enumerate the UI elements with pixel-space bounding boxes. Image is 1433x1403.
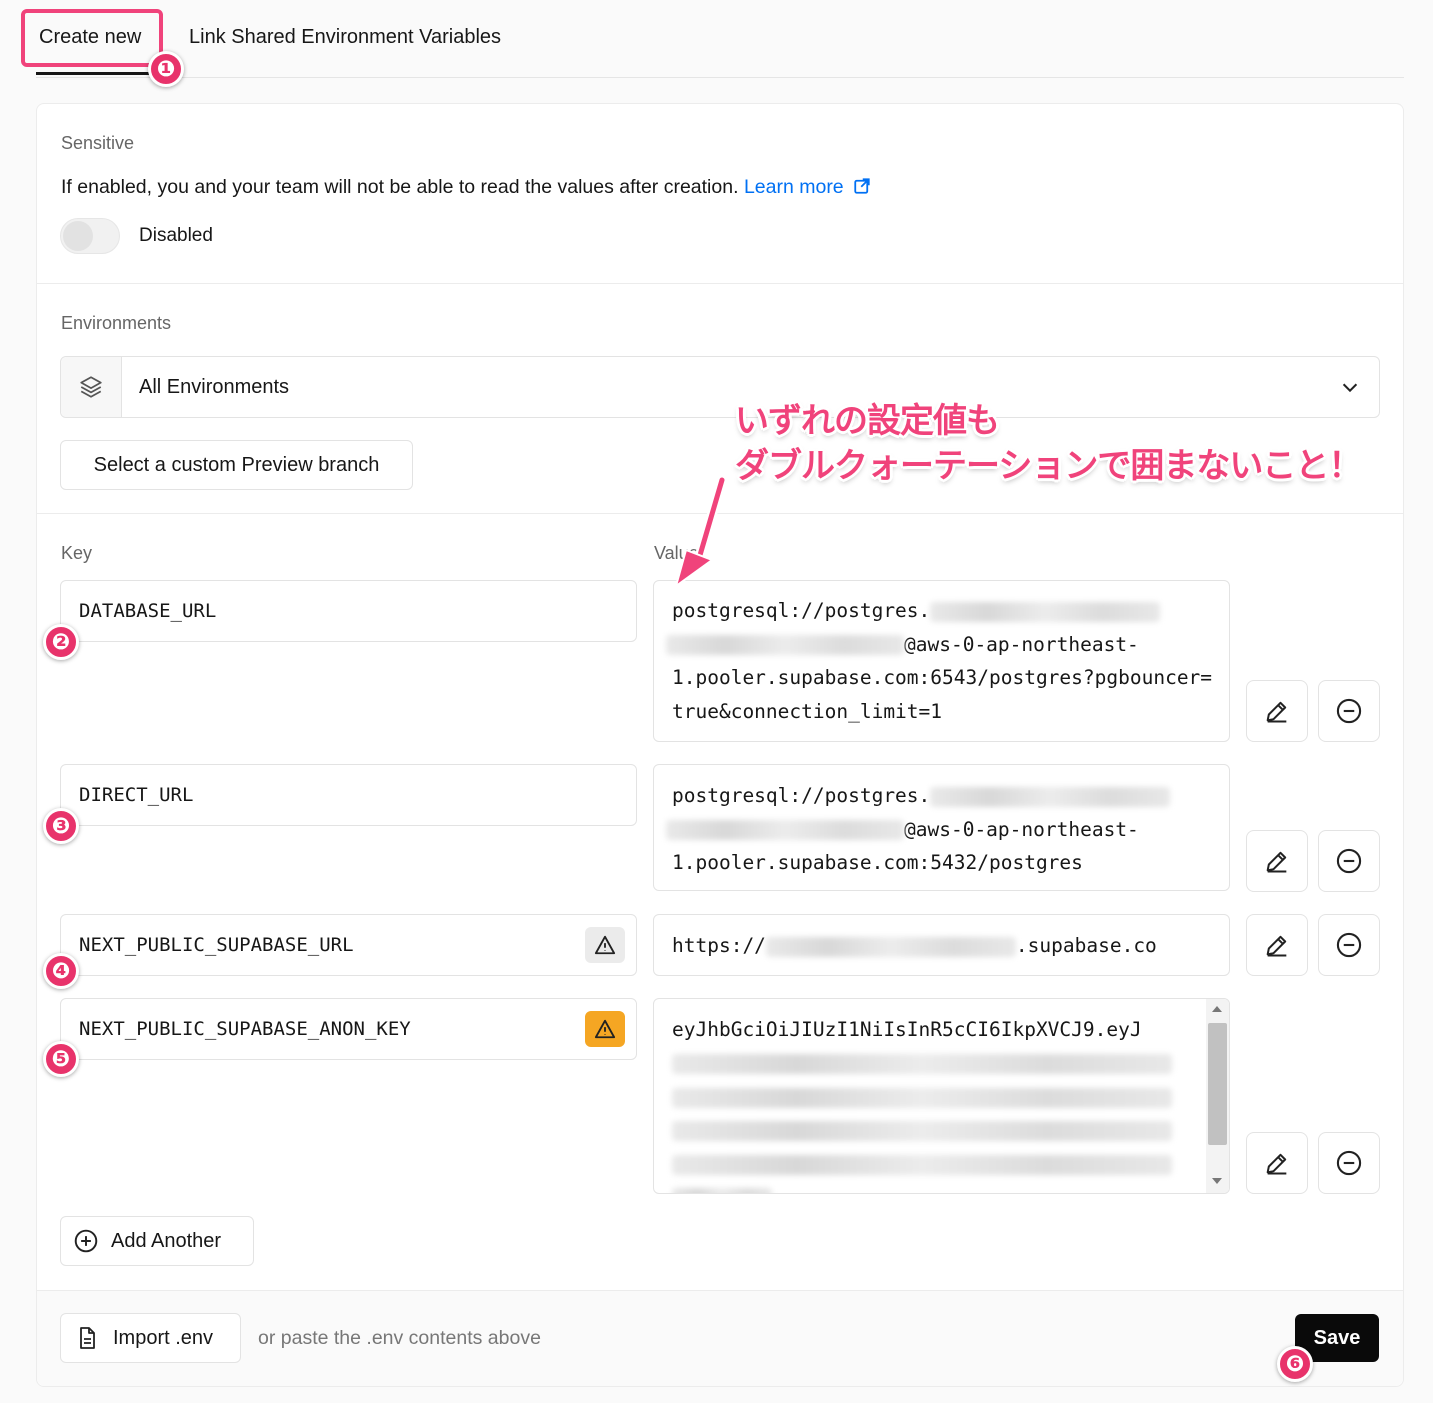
learn-more-link[interactable]: Learn more [744, 176, 871, 198]
annotation-line-2: ダブルクォーテーションで囲まないこと！ [735, 447, 1362, 485]
value-input-database-url[interactable]: postgresql://postgres. @aws-0-ap-northea… [653, 580, 1230, 742]
chevron-down-icon [1342, 383, 1358, 393]
redacted-text [765, 936, 1016, 957]
value-input-direct-url[interactable]: postgresql://postgres. @aws-0-ap-northea… [653, 764, 1230, 891]
pencil-icon [1266, 935, 1287, 957]
step-badge-4: ❹ [43, 953, 79, 989]
redacted-text [930, 601, 1161, 622]
redacted-text [930, 786, 1171, 807]
layers-icon [61, 357, 122, 417]
value-text: eyJhbGciOiJIUzI1NiIsInR5cCI6IkpXVCJ9.eyJ [672, 1013, 1192, 1193]
key-input-direct-url[interactable]: DIRECT_URL [60, 764, 637, 826]
redacted-text [666, 820, 904, 840]
value-mid: @aws-0-ap-northeast- [904, 817, 1139, 841]
sensitive-toggle[interactable] [60, 218, 120, 254]
minus-circle-icon [1336, 932, 1362, 958]
redacted-text [672, 1054, 1172, 1074]
section-divider [37, 283, 1403, 284]
key-text: DATABASE_URL [79, 600, 217, 622]
toggle-knob [63, 221, 93, 251]
redacted-text [666, 635, 904, 655]
minus-circle-icon [1336, 698, 1362, 724]
custom-preview-branch-button[interactable]: Select a custom Preview branch [60, 440, 413, 490]
key-text: NEXT_PUBLIC_SUPABASE_URL [79, 934, 354, 956]
edit-button[interactable] [1246, 1132, 1308, 1194]
remove-button[interactable] [1318, 680, 1380, 742]
step-badge-3: ❸ [43, 808, 79, 844]
sensitive-description-text: If enabled, you and your team will not b… [61, 176, 739, 198]
minus-circle-icon [1336, 848, 1362, 874]
form-footer [37, 1290, 1403, 1386]
toggle-state-label: Disabled [139, 225, 213, 246]
remove-button[interactable] [1318, 914, 1380, 976]
tab-link-shared[interactable]: Link Shared Environment Variables [189, 26, 501, 49]
value-mid: @aws-0-ap-northeast- [904, 632, 1139, 656]
import-env-button[interactable]: Import .env [60, 1313, 241, 1363]
active-tab-indicator [36, 72, 150, 75]
value-end: 1.pooler.supabase.com:6543/postgres?pgbo… [672, 666, 1213, 723]
edit-button[interactable] [1246, 914, 1308, 976]
value-start: https:// [672, 934, 766, 957]
key-input-supabase-url[interactable]: NEXT_PUBLIC_SUPABASE_URL [60, 914, 637, 976]
value-text: postgresql://postgres. @aws-0-ap-northea… [666, 594, 1217, 728]
remove-button[interactable] [1318, 830, 1380, 892]
add-another-label: Add Another [111, 1229, 222, 1252]
pencil-icon [1266, 1153, 1287, 1175]
step-badge-6: ❻ [1277, 1346, 1313, 1382]
value-start: postgresql://postgres. [672, 599, 931, 622]
environments-select[interactable]: All Environments [60, 356, 1380, 418]
key-input-supabase-anon-key[interactable]: NEXT_PUBLIC_SUPABASE_ANON_KEY [60, 998, 637, 1060]
import-env-label: Import .env [113, 1326, 214, 1349]
tab-divider [36, 77, 1404, 78]
scrollbar[interactable] [1206, 999, 1229, 1193]
value-end: .supabase.co [1015, 934, 1157, 957]
highlight-box [21, 9, 163, 67]
step-badge-1: ❶ [148, 51, 184, 87]
scroll-down-arrow[interactable] [1212, 1178, 1222, 1184]
value-end: 1.pooler.supabase.com:5432/postgres [672, 851, 1083, 874]
redacted-text [672, 1087, 1172, 1108]
step-badge-2: ❷ [43, 624, 79, 660]
value-start: postgresql://postgres. [672, 784, 931, 807]
plus-circle-icon [74, 1229, 98, 1253]
environments-heading: Environments [61, 313, 172, 333]
redacted-text [672, 1121, 1172, 1141]
env-var-form-card [36, 103, 1404, 1387]
paste-hint: or paste the .env contents above [258, 1327, 541, 1349]
sensitive-description: If enabled, you and your team will not b… [61, 176, 871, 199]
key-column-header: Key [61, 543, 93, 563]
edit-button[interactable] [1246, 830, 1308, 892]
warning-icon[interactable] [585, 927, 625, 963]
value-input-supabase-url[interactable]: https:// .supabase.co [653, 914, 1230, 976]
external-link-icon [854, 178, 870, 194]
scrollbar-thumb[interactable] [1208, 1023, 1227, 1145]
minus-circle-icon [1336, 1150, 1362, 1176]
sensitive-heading: Sensitive [61, 133, 135, 153]
value-text: https:// .supabase.co [672, 929, 1217, 963]
step-badge-5: ❺ [43, 1041, 79, 1077]
annotation-line-1: いずれの設定値も [735, 402, 1000, 440]
value-input-supabase-anon-key[interactable]: eyJhbGciOiJIUzI1NiIsInR5cCI6IkpXVCJ9.eyJ [653, 998, 1230, 1194]
edit-button[interactable] [1246, 680, 1308, 742]
key-text: DIRECT_URL [79, 784, 194, 806]
add-another-button[interactable]: Add Another [60, 1216, 254, 1266]
key-text: NEXT_PUBLIC_SUPABASE_ANON_KEY [79, 1018, 411, 1040]
learn-more-text: Learn more [743, 176, 844, 198]
redacted-text [672, 1188, 772, 1193]
value-start: eyJhbGciOiJIUzI1NiIsInR5cCI6IkpXVCJ9.eyJ [672, 1018, 1142, 1041]
file-icon [80, 1327, 95, 1349]
pencil-icon [1266, 851, 1287, 873]
environments-selected-value: All Environments [139, 376, 290, 398]
annotation-arrow [674, 476, 727, 589]
value-text: postgresql://postgres. @aws-0-ap-northea… [666, 779, 1217, 880]
redacted-text [672, 1154, 1172, 1175]
warning-icon[interactable] [585, 1011, 625, 1047]
scroll-up-arrow[interactable] [1212, 1006, 1222, 1012]
key-input-database-url[interactable]: DATABASE_URL [60, 580, 637, 642]
pencil-icon [1266, 701, 1287, 723]
remove-button[interactable] [1318, 1132, 1380, 1194]
